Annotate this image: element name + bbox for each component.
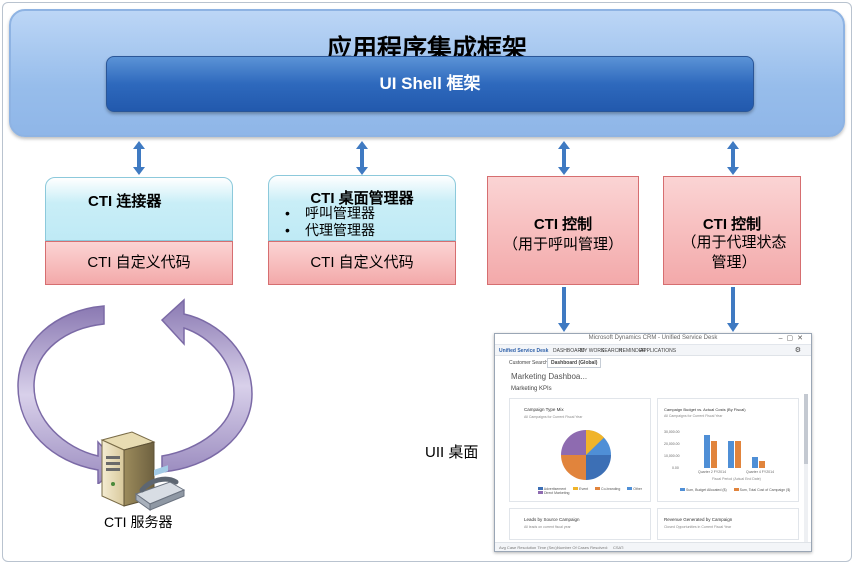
down-arrow-control-call [558, 287, 570, 332]
list-item: 代理管理器 [285, 222, 375, 239]
tab-customer-search[interactable]: Customer Search [509, 360, 548, 366]
panel-budget-vs-cost: Campaign Budget vs. Actual Costs (By Fis… [657, 398, 799, 502]
pie-legend: Advertisement Event Co-branding Other Di… [538, 487, 648, 495]
cti-connector-box: CTI 连接器 [45, 177, 233, 241]
panel-subtitle: All Campaigns for Current Fiscal Year [664, 414, 723, 418]
cti-connector-title: CTI 连接器 [88, 193, 162, 210]
status-bar: Avg Case Resolution Time (Sec): Number O… [495, 542, 811, 551]
double-arrow-desktop-manager [356, 141, 368, 175]
pie-slice [586, 455, 611, 480]
section-title: Marketing KPIs [511, 386, 552, 392]
control-call-title: CTI 控制 [533, 216, 593, 233]
double-arrow-connector [133, 141, 145, 175]
usd-navbar: Unified Service Desk DASHBOARD MY WORK S… [495, 345, 811, 356]
status-item: Avg Case Resolution Time (Sec): [499, 545, 558, 550]
bar-legend: Sum, Budget Allocated ($) Sum, Total Cos… [680, 488, 796, 492]
custom-code-label: CTI 自定义代码 [87, 254, 191, 271]
ui-shell-framework: UI Shell 框架 [106, 56, 754, 112]
pie-slice [561, 430, 586, 455]
legend-item: Sum, Budget Allocated ($) [680, 488, 727, 492]
cti-connector-custom-code: CTI 自定义代码 [45, 241, 233, 285]
x-axis-label: Fiscal Period (Actual End Date) [712, 477, 761, 481]
x-tick: Quarter 2 FY2014 [698, 470, 727, 474]
panel-title: Leads by Source Campaign [524, 517, 580, 522]
status-item: Number Of Cases Resolved: [557, 545, 608, 550]
legend-item: Direct Marketing [538, 491, 569, 495]
legend-item: Other [627, 487, 642, 491]
control-agent-title: CTI 控制 [702, 216, 762, 233]
window-title: Microsoft Dynamics CRM - Unified Service… [588, 335, 718, 341]
bar [759, 461, 765, 468]
cti-control-call-box: CTI 控制 （用于呼叫管理） [487, 176, 639, 285]
control-agent-subtitle: （用于代理状态管理） [681, 234, 787, 271]
status-item: CSAT: [613, 545, 625, 550]
y-tick: 20,000.00 [664, 442, 680, 446]
bar [735, 441, 741, 468]
tab-strip: Customer Search Dashboard (Global) [495, 357, 811, 368]
tab-dashboard-global[interactable]: Dashboard (Global) [547, 358, 602, 368]
list-item: 呼叫管理器 [285, 205, 375, 222]
dashboard-title[interactable]: Marketing Dashboa... [511, 372, 587, 381]
panel-leads-by-source: Leads by Source Campaign All leads on cu… [509, 508, 651, 540]
control-call-subtitle: （用于呼叫管理） [502, 236, 623, 253]
nav-applications[interactable]: APPLICATIONS [640, 348, 676, 354]
desktop-manager-list: 呼叫管理器 代理管理器 [285, 205, 375, 239]
legend-item: Co-branding [595, 487, 620, 491]
custom-code-label: CTI 自定义代码 [310, 254, 414, 271]
x-tick: Quarter 4 FY2014 [746, 470, 775, 474]
down-arrow-control-agent [727, 287, 739, 332]
desktop-manager-custom-code: CTI 自定义代码 [268, 241, 456, 285]
window-titlebar: Microsoft Dynamics CRM - Unified Service… [495, 334, 811, 345]
server-icon [100, 431, 186, 511]
y-tick: 30,000.00 [664, 430, 680, 434]
double-arrow-control-call [558, 141, 570, 175]
panel-subtitle: Closed Opportunities in Current Fiscal Y… [664, 525, 732, 529]
gear-icon[interactable]: ⚙ [795, 346, 801, 354]
cti-server-label: CTI 服务器 [104, 514, 173, 530]
window-controls[interactable]: –▢✕ [779, 334, 807, 342]
panel-revenue-by-campaign: Revenue Generated by Campaign Closed Opp… [657, 508, 799, 540]
pie-slice [561, 455, 586, 480]
panel-subtitle: All leads on current fiscal year [524, 525, 571, 529]
legend-item: Event [573, 487, 588, 491]
y-tick: 0.00 [672, 466, 679, 470]
cti-control-agent-box: CTI 控制 （用于代理状态管理） [663, 176, 801, 285]
bar [728, 441, 734, 468]
bar [711, 441, 717, 468]
pie-chart [561, 429, 611, 480]
bar [704, 435, 710, 468]
uii-desktop-window: Microsoft Dynamics CRM - Unified Service… [494, 333, 812, 552]
panel-title: Campaign Budget vs. Actual Costs (By Fis… [664, 407, 746, 412]
legend-item: Sum, Total Cost of Campaign ($) [733, 488, 790, 492]
panel-title: Campaign Type Mix [524, 407, 564, 412]
double-arrow-control-agent [727, 141, 739, 175]
uii-desktop-label: UII 桌面 [425, 444, 479, 461]
y-tick: 10,000.00 [664, 454, 680, 458]
scrollbar-thumb[interactable] [804, 394, 808, 464]
scrollbar[interactable] [804, 394, 808, 544]
panel-subtitle: All Campaigns for Current Fiscal Year [524, 415, 583, 419]
panel-campaign-type-mix: Campaign Type Mix All Campaigns for Curr… [509, 398, 651, 502]
bar [752, 457, 758, 468]
cti-desktop-manager-box: CTI 桌面管理器 呼叫管理器 代理管理器 [268, 175, 456, 241]
panel-title: Revenue Generated by Campaign [664, 517, 733, 522]
app-name: Unified Service Desk [499, 348, 549, 354]
